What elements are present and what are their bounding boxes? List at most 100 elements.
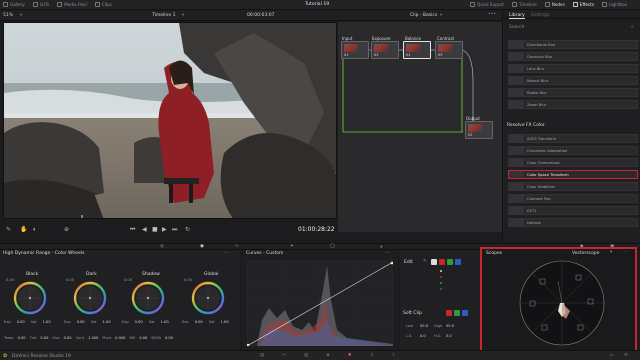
chevron-down-icon[interactable]: ▾ <box>182 13 184 18</box>
nodes-button[interactable]: Nodes <box>552 2 565 7</box>
timeline-name[interactable]: Timeline 1 <box>152 13 175 18</box>
list-item[interactable]: ACES Transform <box>508 134 638 143</box>
play-reverse-icon[interactable]: ◀ <box>142 226 147 233</box>
lightbox-button[interactable]: Lightbox <box>609 2 627 7</box>
media-page-icon[interactable]: ▤ <box>260 353 264 358</box>
black-color-wheel[interactable] <box>12 280 48 316</box>
list-item[interactable]: Dehaze <box>508 218 638 227</box>
more-options-icon[interactable]: ••• <box>488 12 496 17</box>
video-viewer[interactable] <box>3 22 337 219</box>
list-item[interactable]: Gaussian Blur <box>508 52 638 61</box>
tab-media-pool[interactable]: Media Pool <box>64 2 87 7</box>
channel-buttons <box>431 259 461 265</box>
tab-clips[interactable]: Clips <box>102 2 112 7</box>
eyedropper-icon[interactable]: ✎ <box>423 259 427 264</box>
softclip-r-button[interactable] <box>446 310 452 316</box>
resolve-logo-icon: ✿ <box>3 353 8 359</box>
search-icon[interactable]: ⌕ <box>631 24 634 30</box>
color-wheels-panel: High Dynamic Range - Color Wheels ⋯ Blac… <box>0 250 240 350</box>
stop-icon[interactable]: ■ <box>152 226 158 233</box>
softclip-b-button[interactable] <box>462 310 468 316</box>
chevron-down-icon[interactable]: ▾ <box>610 250 612 255</box>
cut-page-icon[interactable]: ✂ <box>282 353 286 358</box>
pen-icon[interactable]: ✎ <box>6 226 11 233</box>
more-options-icon[interactable]: ⋯ <box>624 250 629 255</box>
tab-settings[interactable]: Settings <box>531 13 549 18</box>
deliver-page-icon[interactable]: ⇪ <box>392 353 396 358</box>
more-options-icon[interactable]: ⋯ <box>224 251 229 256</box>
clip-name[interactable]: Clip - Basics <box>410 13 437 18</box>
list-item[interactable]: Mosaic Blur <box>508 76 638 85</box>
luts-icon[interactable] <box>32 2 38 7</box>
list-item[interactable]: Lens Blur <box>508 64 638 73</box>
timeline-button[interactable]: Timeline <box>519 2 537 7</box>
gallery-icon[interactable] <box>3 2 8 7</box>
go-to-end-icon[interactable]: ⏭ <box>172 226 177 234</box>
list-item[interactable]: Chromatic Adaptation <box>508 146 638 155</box>
channel-r-button[interactable] <box>439 259 445 265</box>
tab-luts[interactable]: LUTs <box>40 2 49 7</box>
fusion-page-icon[interactable]: ◈ <box>326 353 329 358</box>
hdr-tool-icon[interactable]: ◉ <box>200 244 204 249</box>
quick-export-icon[interactable] <box>470 2 475 7</box>
node-balance[interactable]: 04 <box>403 41 431 59</box>
qualifier-tool-icon[interactable]: ✦ <box>290 244 294 249</box>
list-item[interactable]: Radial Blur <box>508 88 638 97</box>
node-exposure[interactable]: 03 <box>371 41 399 59</box>
window-tool-icon[interactable]: ◯ <box>330 244 335 249</box>
search-input[interactable]: Search <box>509 25 524 30</box>
curve-graph[interactable] <box>247 260 393 346</box>
lightbox-icon[interactable] <box>602 2 608 7</box>
node-editor[interactable]: Input 01 Exposure 03 Balance 04 Contrast… <box>338 22 502 232</box>
volume-icon[interactable]: 🔈︎ <box>33 226 37 234</box>
list-item[interactable]: DCTL <box>508 206 638 215</box>
zoom-level[interactable]: 51% <box>3 13 13 18</box>
hand-icon[interactable]: ✋ <box>20 226 27 233</box>
node-contrast[interactable]: 05 <box>435 41 463 59</box>
nodes-icon[interactable] <box>544 2 550 7</box>
effects-button[interactable]: Effects <box>580 2 594 7</box>
vectorscope-graph <box>519 260 605 346</box>
list-item[interactable]: Color Stabilizer <box>508 182 638 191</box>
list-item-selected[interactable]: Color Space Transform <box>508 170 638 179</box>
channel-y-button[interactable] <box>431 259 437 265</box>
wheels-tool-icon[interactable]: ◎ <box>160 244 164 249</box>
zone-dots <box>100 260 220 264</box>
media-pool-icon[interactable] <box>57 2 63 7</box>
loop-icon[interactable]: ↻ <box>185 226 190 233</box>
channel-b-button[interactable] <box>455 259 461 265</box>
more-options-icon[interactable]: ⋯ <box>385 251 390 256</box>
clips-icon[interactable] <box>94 2 100 7</box>
dark-color-wheel[interactable] <box>72 280 108 316</box>
node-input[interactable]: 01 <box>341 41 369 59</box>
edit-page-icon[interactable]: ▥ <box>304 353 308 358</box>
zoom-icon[interactable]: ⊕ <box>64 226 69 233</box>
play-icon[interactable]: ▶ <box>162 226 167 233</box>
home-icon[interactable]: ⌂ <box>610 353 613 358</box>
chevron-down-icon[interactable]: ▾ <box>20 13 22 18</box>
timeline-icon[interactable] <box>511 2 517 7</box>
settings-icon[interactable]: ⚙ <box>624 353 628 358</box>
tab-library[interactable]: Library <box>509 13 525 19</box>
quick-export-button[interactable]: Quick Export <box>477 2 504 7</box>
effects-icon[interactable] <box>572 2 578 7</box>
tab-gallery[interactable]: Gallery <box>10 2 25 7</box>
fairlight-page-icon[interactable]: ♫ <box>370 353 374 358</box>
go-to-start-icon[interactable]: ⏮ <box>130 226 135 234</box>
scopes-panel: Scopes Vectorscope ▾ ⋯ <box>480 247 637 353</box>
curves-tool-icon[interactable]: ∿ <box>235 244 239 249</box>
list-item[interactable]: Color Compressor <box>508 158 638 167</box>
wheel-label: Dark <box>86 272 97 277</box>
video-frame <box>4 23 336 218</box>
channel-g-button[interactable] <box>447 259 453 265</box>
list-item[interactable]: Zoom Blur <box>508 100 638 109</box>
chevron-down-icon[interactable]: ▾ <box>440 13 442 18</box>
scope-mode-select[interactable]: Vectorscope <box>572 251 600 256</box>
softclip-g-button[interactable] <box>454 310 460 316</box>
list-item[interactable]: Contrast Pop <box>508 194 638 203</box>
node-output[interactable]: 02 <box>465 121 493 139</box>
global-color-wheel[interactable] <box>190 280 226 316</box>
shadow-color-wheel[interactable] <box>130 280 166 316</box>
color-page-icon[interactable]: ✹ <box>348 353 352 358</box>
list-item[interactable]: Directional Blur <box>508 40 638 49</box>
